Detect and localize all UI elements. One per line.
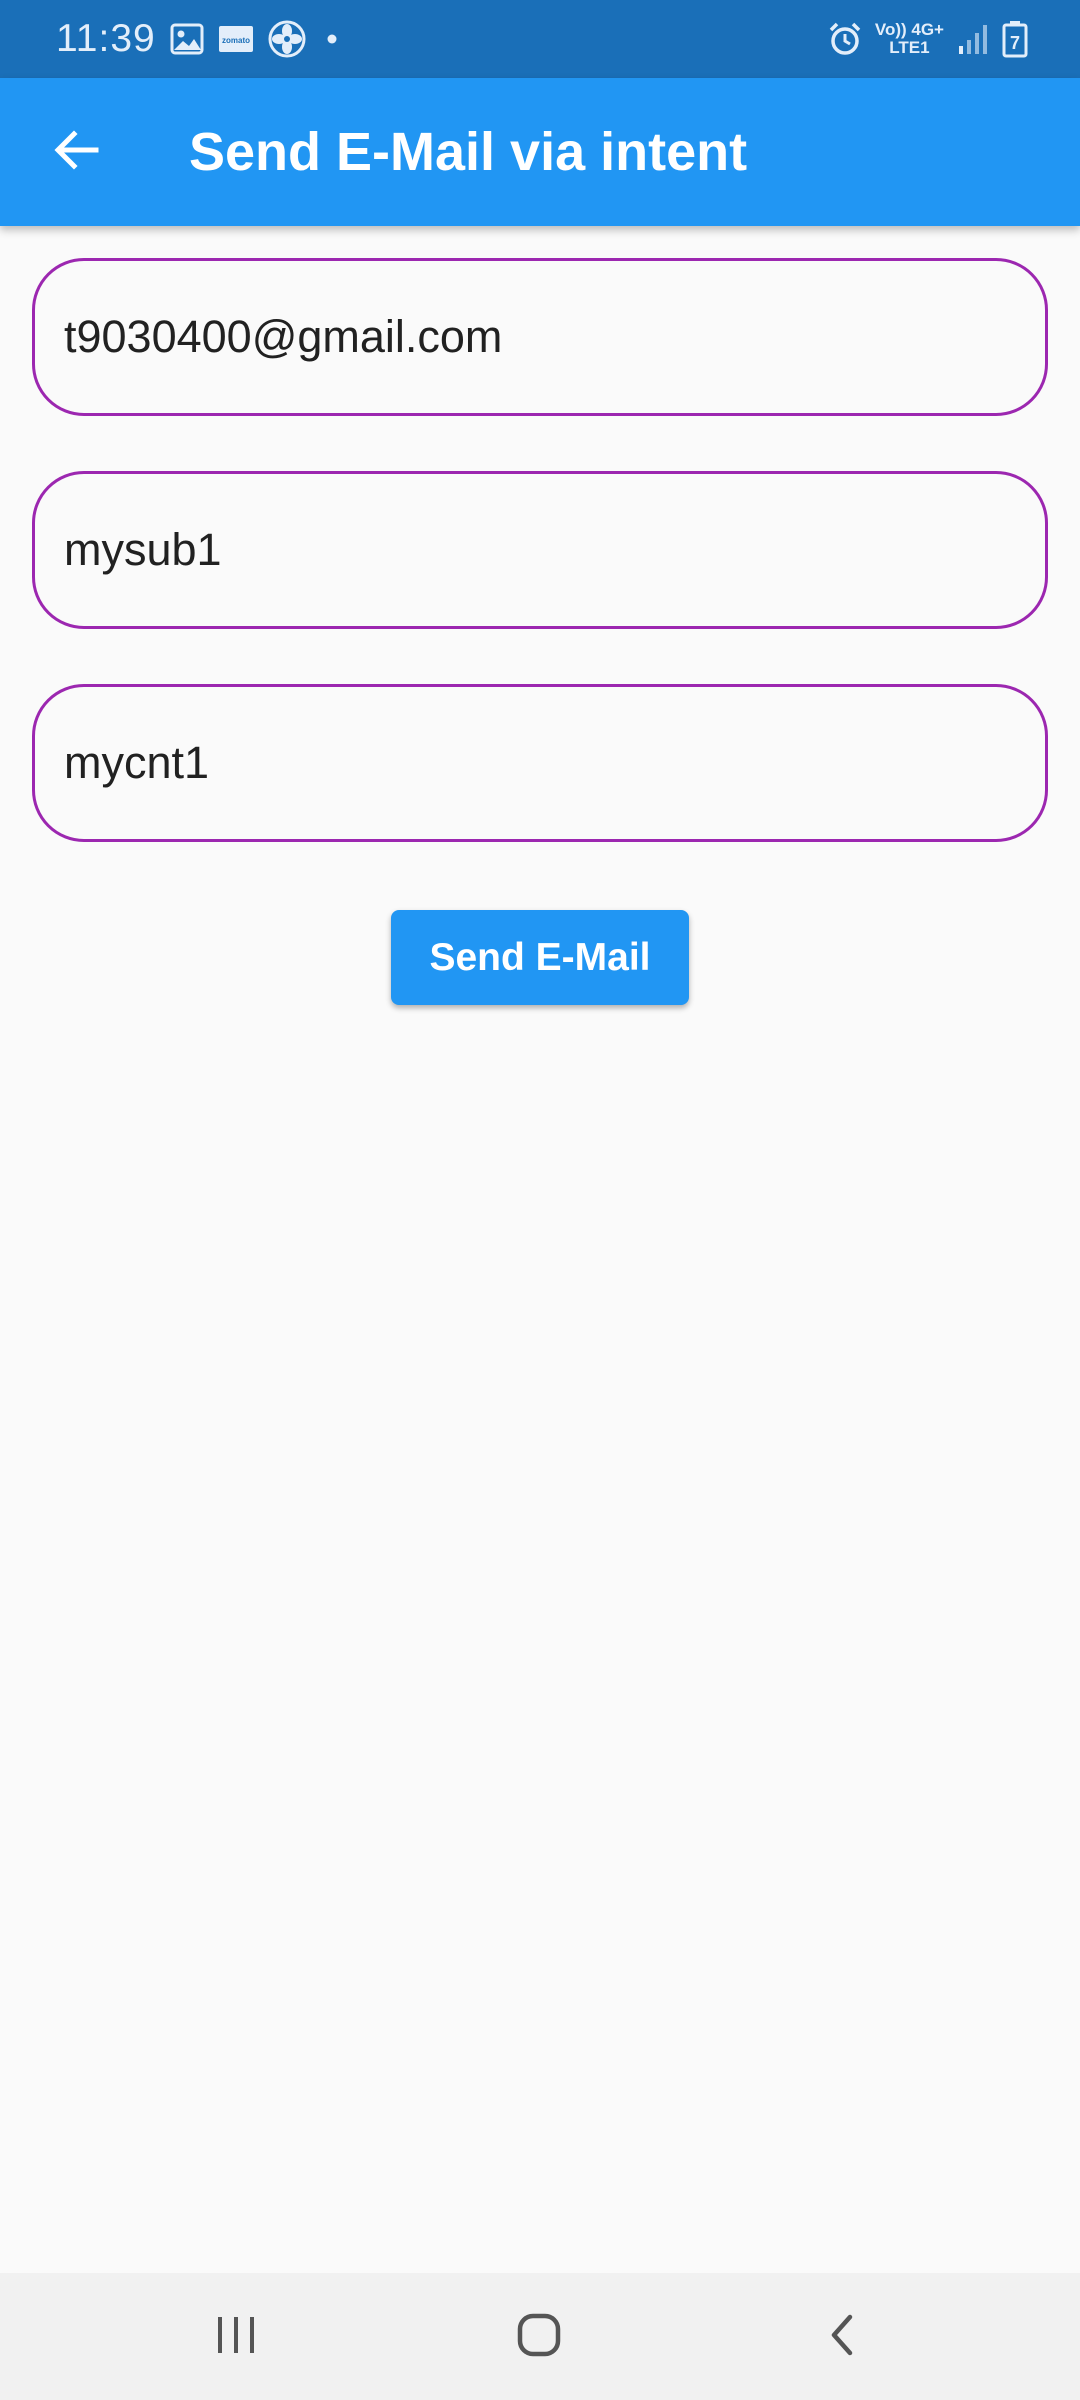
alarm-icon [827,21,863,57]
nav-back-button[interactable] [782,2295,902,2379]
svg-text:7: 7 [1010,33,1020,53]
back-icon [822,2311,862,2364]
home-button[interactable] [479,2295,599,2379]
content-input[interactable] [64,687,1004,839]
send-email-button[interactable]: Send E-Mail [391,910,689,1005]
arrow-back-icon [52,126,100,179]
network-top-label: Vo)) 4G+ [874,20,944,39]
signal-icon [956,22,990,56]
svg-text:zomato: zomato [222,36,250,45]
email-field[interactable] [32,258,1048,416]
system-nav-bar [0,2273,1080,2400]
network-indicator: Vo)) 4G+ LTE1 [875,21,944,57]
status-bar-right: Vo)) 4G+ LTE1 7 [827,0,1028,78]
home-icon [515,2311,563,2364]
page-title: Send E-Mail via intent [189,122,748,182]
app-bar: Send E-Mail via intent [0,78,1080,226]
zomato-icon: zomato [218,23,254,55]
dot-icon [320,29,344,49]
battery-icon: 7 [1002,20,1028,58]
subject-field[interactable] [32,471,1048,629]
status-bar-left: 11:39 zomato [56,0,344,78]
content-field[interactable] [32,684,1048,842]
back-button[interactable] [36,112,116,192]
recents-icon [213,2313,259,2362]
subject-input[interactable] [64,474,1004,626]
gallery-icon [170,23,204,55]
status-bar: 11:39 zomato Vo)) 4G+ LTE1 7 [0,0,1080,78]
email-input[interactable] [64,261,1004,413]
fan-icon [268,20,306,58]
status-time: 11:39 [56,17,156,60]
recents-button[interactable] [176,2295,296,2379]
network-bottom-label: LTE1 [889,38,930,57]
